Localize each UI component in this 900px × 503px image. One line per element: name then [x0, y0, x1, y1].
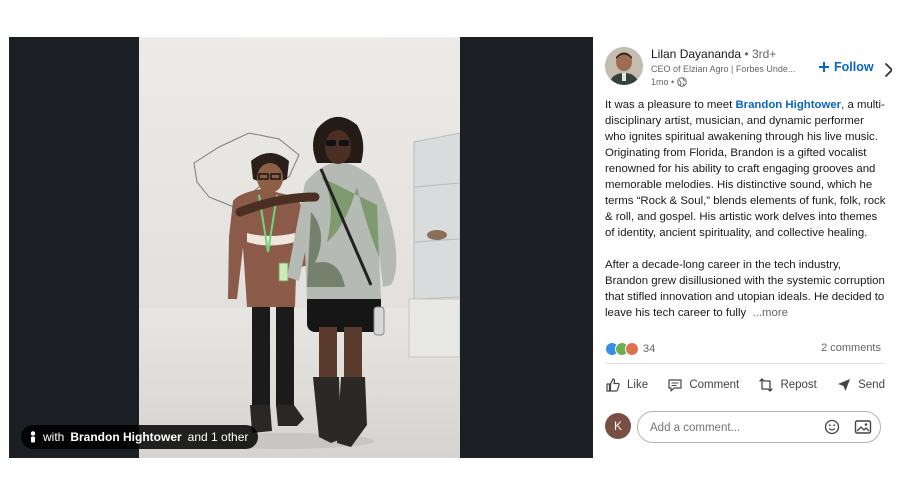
post-age: 1mo •: [651, 77, 675, 87]
tag-suffix: and 1 other: [187, 430, 249, 444]
send-button[interactable]: Send: [836, 373, 885, 397]
tagged-people-chip[interactable]: with Brandon Hightower and 1 other: [21, 425, 259, 449]
follow-button[interactable]: Follow: [818, 60, 874, 74]
post-sidebar: Lilan Dayananda • 3rd+ CEO of Elzian Agr…: [593, 37, 892, 458]
author-headline: CEO of Elzian Agro | Forbes Unde...: [651, 64, 796, 74]
post-text-second: After a decade-long career in the tech i…: [605, 259, 885, 319]
repost-label: Repost: [780, 379, 817, 391]
emoji-icon[interactable]: [824, 419, 840, 435]
photo-pane: with Brandon Hightower and 1 other: [9, 37, 593, 458]
post-text-start: It was a pleasure to meet: [605, 99, 736, 111]
action-bar: Like Comment Repost Send: [605, 373, 885, 397]
repost-icon: [759, 378, 774, 392]
author-avatar[interactable]: [605, 47, 643, 85]
love-reaction-icon: [625, 342, 639, 356]
divider: [605, 363, 884, 364]
repost-button[interactable]: Repost: [758, 373, 817, 397]
like-label: Like: [627, 379, 649, 391]
post-time: 1mo •: [651, 77, 687, 87]
comment-label: Comment: [689, 379, 740, 391]
author-name-line: Lilan Dayananda • 3rd+: [651, 47, 776, 61]
globe-icon: [677, 77, 687, 87]
plus-icon: [819, 62, 829, 72]
close-button[interactable]: [881, 59, 892, 81]
connection-degree: • 3rd+: [744, 47, 777, 61]
post-header: Lilan Dayananda • 3rd+ CEO of Elzian Agr…: [605, 47, 892, 89]
post-text-rest: , a multi-disciplinary artist, musician,…: [605, 99, 886, 239]
post-paragraph-1: It was a pleasure to meet Brandon Highto…: [605, 97, 886, 241]
comments-count-link[interactable]: 2 comments: [821, 342, 881, 354]
post-modal: with Brandon Hightower and 1 other Lilan…: [9, 37, 892, 458]
mention-link[interactable]: Brandon Hightower: [735, 99, 841, 111]
post-text: It was a pleasure to meet Brandon Highto…: [605, 97, 886, 321]
comment-button[interactable]: Comment: [667, 373, 739, 397]
reactions-summary[interactable]: 34: [605, 341, 655, 357]
photo-scene: [193, 116, 460, 449]
send-icon: [838, 379, 851, 391]
author-name[interactable]: Lilan Dayananda: [651, 47, 741, 61]
tag-prefix: with: [43, 430, 65, 444]
comment-box[interactable]: [637, 411, 881, 443]
close-icon: [885, 63, 892, 77]
comment-composer: K: [605, 411, 885, 443]
post-paragraph-2: After a decade-long career in the tech i…: [605, 257, 886, 321]
see-more-link[interactable]: ...more: [753, 307, 788, 319]
send-label: Send: [858, 379, 885, 391]
reaction-count: 34: [643, 343, 656, 355]
viewer-avatar[interactable]: K: [605, 413, 631, 439]
comment-input[interactable]: [648, 418, 812, 438]
post-photo[interactable]: [139, 37, 460, 458]
comment-icon: [668, 379, 682, 392]
like-button[interactable]: Like: [605, 373, 648, 397]
thumbs-up-icon: [606, 378, 620, 392]
tagged-person-name[interactable]: Brandon Hightower: [70, 430, 181, 444]
follow-label: Follow: [834, 60, 874, 74]
author-photo: [605, 47, 643, 85]
image-icon[interactable]: [854, 419, 872, 435]
person-icon: [30, 431, 36, 443]
